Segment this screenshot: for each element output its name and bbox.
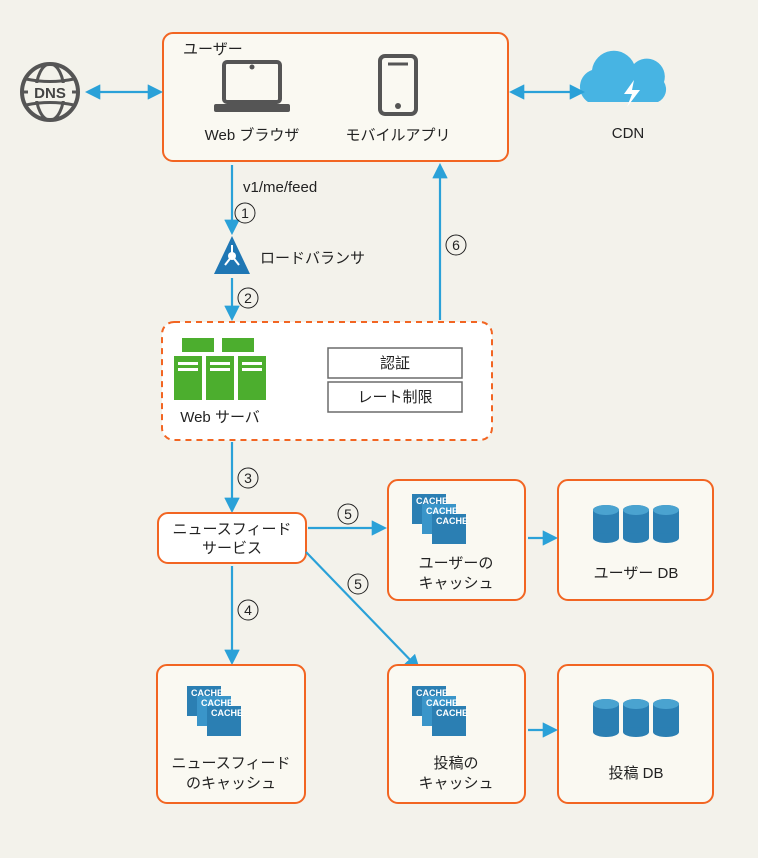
newsfeed-service-l1: ニュースフィード — [173, 521, 292, 538]
user-title: ユーザー — [183, 41, 243, 58]
svg-text:CACHE: CACHE — [436, 516, 468, 526]
load-balancer-icon — [214, 236, 250, 274]
mobile-app-label: モバイルアプリ — [345, 127, 450, 144]
svg-text:CACHE: CACHE — [416, 688, 448, 698]
step-5a: 5 — [344, 506, 352, 522]
newsfeed-service-l2: サービス — [202, 540, 262, 557]
web-browser-label: Web ブラウザ — [205, 126, 300, 144]
load-balancer-label: ロードバランサ — [260, 250, 365, 267]
user-cache-l2: キャッシュ — [418, 575, 493, 592]
architecture-diagram: DNS ユーザー Web ブラウザ モバイルアプリ CDN v1/me/feed… — [0, 0, 758, 858]
step-3: 3 — [244, 470, 252, 486]
post-cache-l2: キャッシュ — [418, 775, 493, 792]
cdn-icon — [580, 51, 666, 107]
user-cache-l1: ユーザーの — [419, 555, 494, 572]
svg-text:CACHE: CACHE — [191, 688, 223, 698]
svg-text:CACHE: CACHE — [426, 506, 458, 516]
step-6: 6 — [452, 237, 460, 253]
step-2: 2 — [244, 290, 252, 306]
database-icon — [593, 699, 679, 737]
post-db-label: 投稿 DB — [608, 765, 663, 782]
step-4: 4 — [244, 602, 252, 618]
web-server-label: Web サーバ — [180, 409, 260, 426]
step-5b: 5 — [354, 576, 362, 592]
auth-label: 認証 — [380, 355, 410, 372]
database-icon — [593, 505, 679, 543]
cdn-label: CDN — [612, 125, 645, 142]
rate-limit-label: レート制限 — [357, 389, 432, 406]
post-cache-l1: 投稿の — [433, 755, 478, 772]
dns-icon: DNS — [22, 64, 78, 120]
step-1: 1 — [241, 205, 249, 221]
svg-text:CACHE: CACHE — [416, 496, 448, 506]
newsfeed-cache-l2: のキャッシュ — [186, 775, 276, 792]
api-path-label: v1/me/feed — [243, 179, 317, 196]
svg-text:CACHE: CACHE — [201, 698, 233, 708]
dns-label: DNS — [34, 85, 66, 102]
user-db-label: ユーザー DB — [594, 565, 679, 582]
newsfeed-cache-l1: ニュースフィード — [172, 755, 291, 772]
svg-text:CACHE: CACHE — [426, 698, 458, 708]
svg-text:CACHE: CACHE — [436, 708, 468, 718]
svg-text:CACHE: CACHE — [211, 708, 243, 718]
